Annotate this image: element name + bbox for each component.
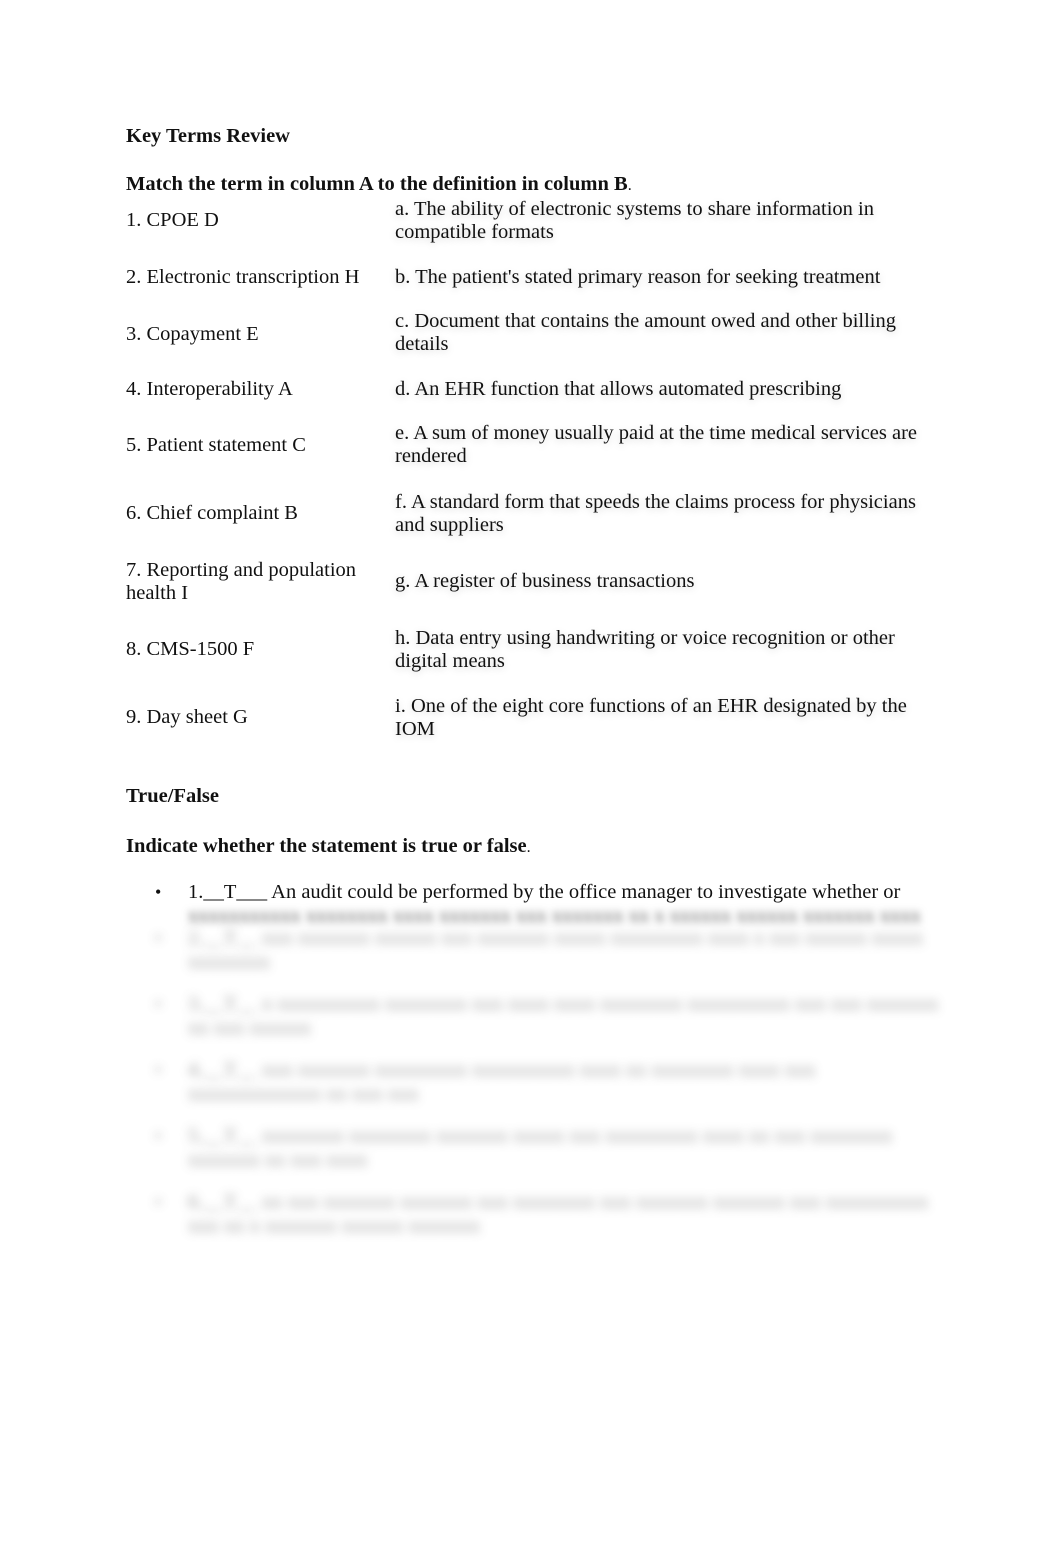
term: 6. Chief complaint B — [126, 502, 298, 524]
true-false-item: • 5.__T__ xxxxxxxx xxxxxxxx xxxxxxx xxxx… — [155, 1124, 945, 1172]
definition: g. A register of business transactions — [395, 570, 695, 592]
true-false-item: • 4.__T__ xxx xxxxxxx xxxxxxxxx xxxxxxxx… — [155, 1058, 945, 1106]
true-false-item: • 2.__T__ xxx xxxxxxx xxxxxx xxx xxxxxxx… — [155, 926, 945, 974]
definition: i. One of the eight core functions of an… — [395, 695, 907, 740]
definition: c. Document that contains the amount owe… — [395, 310, 896, 355]
term: 8. CMS-1500 F — [126, 638, 255, 660]
true-false-item: • 1.__T___ An audit could be performed b… — [155, 880, 945, 928]
term: 2. Electronic transcription H — [126, 266, 360, 288]
true-false-instruction-text: Indicate whether the statement is true o… — [126, 835, 527, 857]
term: 4. Interoperability A — [126, 378, 293, 400]
term: 5. Patient statement C — [126, 434, 306, 456]
true-false-list: • 1.__T___ An audit could be performed b… — [155, 880, 945, 1256]
bullet-icon: • — [155, 1060, 162, 1080]
true-false-instruction: Indicate whether the statement is true o… — [126, 834, 531, 860]
section-title-true-false: True/False — [126, 784, 219, 808]
obscured-text: 4.__T__ xxx xxxxxxx xxxxxxxxx xxxxxxxxxx… — [188, 1059, 816, 1105]
obscured-text: 2.__T__ xxx xxxxxxx xxxxxx xxx xxxxxxx x… — [188, 927, 924, 973]
definition: a. The ability of electronic systems to … — [395, 198, 874, 243]
definition: e. A sum of money usually paid at the ti… — [395, 422, 918, 467]
bullet-icon: • — [155, 1192, 162, 1212]
true-false-item: • 6.__T__ xx xxx xxxxxxx xxxxxxx xxx xxx… — [155, 1190, 945, 1238]
true-false-item: • 3.__T__ x xxxxxxxxxx xxxxxxxx xxx xxxx… — [155, 992, 945, 1040]
obscured-text: 6.__T__ xx xxx xxxxxxx xxxxxxx xxx xxxxx… — [188, 1191, 929, 1237]
bullet-icon: • — [155, 882, 162, 902]
term: 7. Reporting and population health I — [126, 559, 357, 604]
true-false-instruction-period: . — [526, 839, 531, 856]
true-false-item-text: 1.__T___ An audit could be performed by … — [188, 881, 901, 903]
matching-instruction-period: . — [627, 177, 632, 194]
matching-instruction-text: Match the term in column A to the defini… — [126, 173, 628, 195]
term: 3. Copayment E — [126, 323, 259, 345]
bullet-icon: • — [155, 928, 162, 948]
obscured-text: 5.__T__ xxxxxxxx xxxxxxxx xxxxxxx xxxxx … — [188, 1125, 893, 1171]
true-false-heading: True/False — [126, 785, 219, 807]
key-terms-heading: Key Terms Review — [126, 125, 290, 147]
section-title-key-terms: Key Terms Review — [126, 124, 290, 148]
obscured-text: xxxxxxxxxxx xxxxxxxx xxxx xxxxxxx xxx xx… — [188, 905, 921, 927]
matching-instruction: Match the term in column A to the defini… — [126, 172, 632, 198]
document-page: Key Terms Review Match the term in colum… — [0, 0, 1062, 1556]
obscured-text: 3.__T__ x xxxxxxxxxx xxxxxxxx xxx xxxx x… — [188, 993, 939, 1039]
bullet-icon: • — [155, 1126, 162, 1146]
definition: f. A standard form that speeds the claim… — [395, 491, 916, 536]
term: 9. Day sheet G — [126, 706, 248, 728]
definition: b. The patient's stated primary reason f… — [395, 266, 881, 288]
definition: h. Data entry using handwriting or voice… — [395, 627, 895, 672]
bullet-icon: • — [155, 994, 162, 1014]
term: 1. CPOE D — [126, 209, 219, 231]
definition: d. An EHR function that allows automated… — [395, 378, 842, 400]
